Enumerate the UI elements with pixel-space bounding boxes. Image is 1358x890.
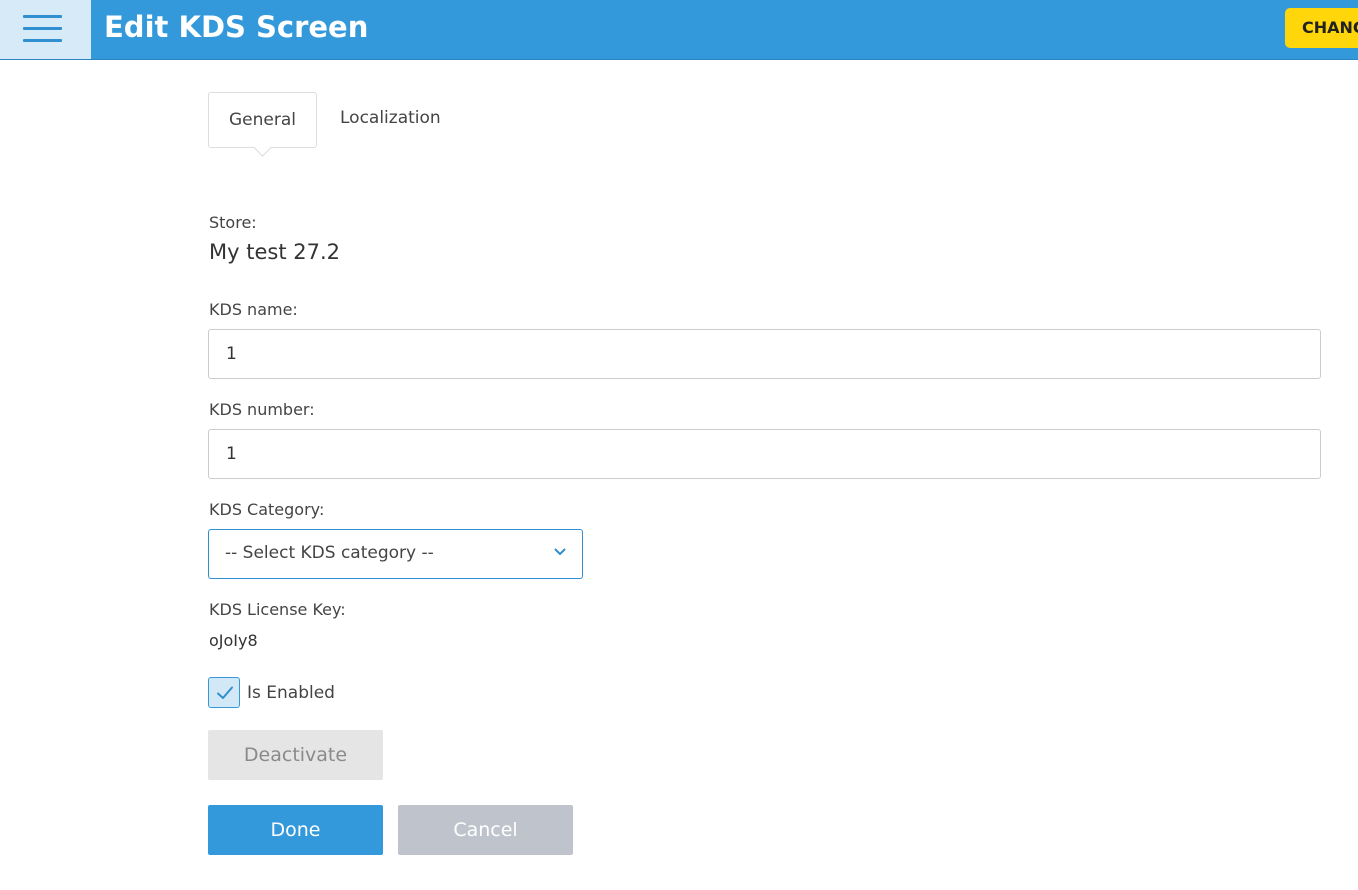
tab-localization-label: Localization [340, 108, 441, 128]
kds-name-input[interactable] [208, 329, 1321, 379]
is-enabled-label: Is Enabled [247, 683, 335, 703]
is-enabled-checkbox[interactable] [208, 677, 240, 708]
license-key-value: oJoIy8 [209, 631, 258, 650]
cancel-button[interactable]: Cancel [398, 805, 573, 855]
store-value: My test 27.2 [209, 240, 340, 264]
tab-general[interactable]: General [208, 92, 317, 157]
page-title: Edit KDS Screen [104, 10, 369, 44]
license-key-label: KDS License Key: [209, 600, 346, 619]
kds-category-label: KDS Category: [209, 500, 325, 519]
done-button[interactable]: Done [208, 805, 383, 855]
kds-category-selected: -- Select KDS category -- [225, 543, 434, 563]
change-button[interactable]: CHANG [1285, 8, 1358, 48]
tab-localization[interactable]: Localization [340, 108, 441, 128]
tab-general-label: General [229, 110, 296, 130]
store-label: Store: [209, 213, 257, 232]
top-bar: Edit KDS Screen CHANG [0, 0, 1358, 60]
kds-name-label: KDS name: [209, 300, 298, 319]
chevron-down-icon [554, 548, 566, 555]
tab-active-pointer [253, 138, 272, 157]
menu-button[interactable] [0, 0, 91, 59]
deactivate-button[interactable]: Deactivate [208, 730, 383, 780]
kds-number-label: KDS number: [209, 400, 315, 419]
checkmark-icon [217, 686, 233, 699]
kds-number-input[interactable] [208, 429, 1321, 479]
kds-category-select[interactable]: -- Select KDS category -- [208, 529, 583, 579]
